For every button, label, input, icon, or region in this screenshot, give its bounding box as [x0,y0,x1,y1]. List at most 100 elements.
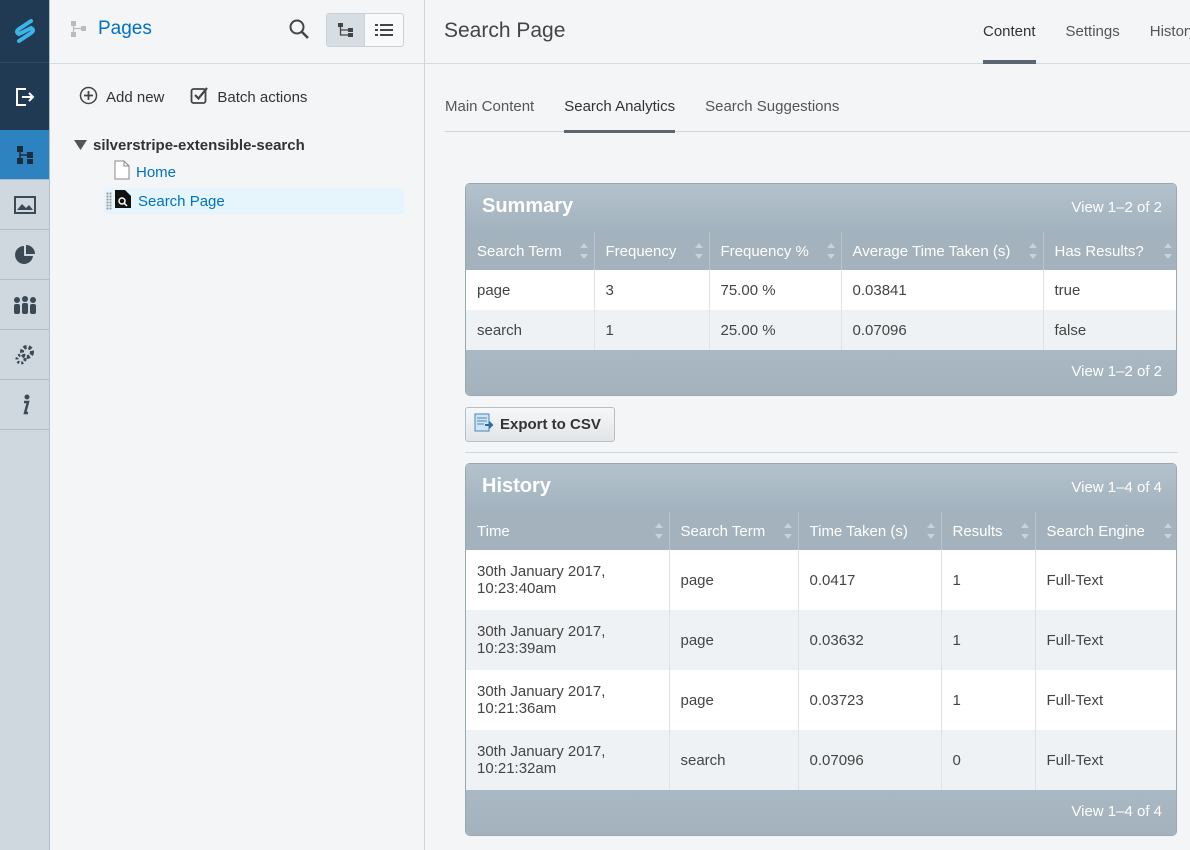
sort-icon[interactable] [654,523,663,539]
table-cell: Full-Text [1035,550,1176,610]
summary-title: Summary [482,195,574,217]
table-cell: 30th January 2017, 10:21:36am [466,670,670,730]
checkbox-icon [190,86,209,109]
table-cell: false [1043,310,1176,350]
table-row[interactable]: 30th January 2017, 10:21:36am page 0.0372… [466,670,1176,730]
site-tree-panel: Pages Add new Batch actions silverstripe… [50,0,425,850]
column-header[interactable]: Search Engine [1035,512,1176,550]
table-cell: 1 [941,670,1036,730]
files-icon[interactable] [0,180,49,230]
edit-header: Search Page Content Settings History [425,0,1190,64]
table-cell: 1 [941,610,1036,670]
history-title: History [482,475,551,497]
table-cell: 0.03723 [798,670,942,730]
settings-icon[interactable] [0,330,49,380]
table-cell: true [1043,270,1176,310]
column-header[interactable]: Search Term [669,512,799,550]
batch-actions-button[interactable]: Batch actions [190,86,307,109]
list-view-icon[interactable] [365,14,403,46]
add-new-button[interactable]: Add new [79,86,164,109]
column-header[interactable]: Frequency % [709,232,842,270]
reports-icon[interactable] [0,230,49,280]
tree-node-home[interactable]: Home [114,159,404,185]
table-cell: search [466,310,595,350]
column-header[interactable]: Frequency [594,232,710,270]
edit-panel: Search Page Content Settings History Mai… [425,0,1190,850]
sort-icon[interactable] [826,243,835,259]
sort-icon[interactable] [579,243,588,259]
tree-node-search-page[interactable]: Search Page [104,188,404,214]
table-cell: 0.07096 [798,730,942,790]
table-cell: Full-Text [1035,670,1176,730]
sort-icon[interactable] [694,243,703,259]
tab-search-suggestions[interactable]: Search Suggestions [705,86,839,132]
batch-actions-label: Batch actions [217,89,308,106]
summary-footer-count: View 1–2 of 2 [1071,363,1162,380]
table-cell: 0 [941,730,1036,790]
table-row[interactable]: search 1 25.00 % 0.07096 false [466,310,1176,350]
caret-down-icon[interactable] [74,137,87,154]
sort-icon[interactable] [1164,243,1172,259]
column-header[interactable]: Search Term [466,232,595,270]
table-row[interactable]: page 3 75.00 % 0.03841 true [466,270,1176,310]
summary-header-row: Search Term Frequency Frequency % Averag… [466,232,1176,270]
summary-view-count: View 1–2 of 2 [1071,199,1162,216]
table-cell: page [669,670,799,730]
tab-settings[interactable]: Settings [1066,0,1120,64]
column-header[interactable]: Results [941,512,1036,550]
drag-handle-icon[interactable] [106,192,112,210]
add-new-label: Add new [106,89,165,106]
summary-grid-footer: View 1–2 of 2 [466,350,1176,395]
summary-grid: Summary View 1–2 of 2 Search Term Freque… [465,183,1177,396]
logo-icon[interactable] [0,0,49,62]
tree-root-node[interactable]: silverstripe-extensible-search [74,134,404,156]
top-tabs: Content Settings History [983,0,1190,64]
history-grid-title-bar: History View 1–4 of 4 [466,464,1176,512]
tree-actions: Add new Batch actions [79,86,307,109]
table-cell: 0.07096 [841,310,1044,350]
tab-search-analytics[interactable]: Search Analytics [564,86,675,133]
page-icon [114,160,130,184]
sort-icon[interactable] [926,523,935,539]
tab-main-content[interactable]: Main Content [445,86,534,132]
tree-view-icon[interactable] [327,14,366,46]
content-sub-tabs: Main Content Search Analytics Search Sug… [445,86,1190,133]
search-icon[interactable] [288,18,312,42]
sort-icon[interactable] [1020,523,1029,539]
table-cell: 75.00 % [709,270,842,310]
column-header[interactable]: Time Taken (s) [798,512,942,550]
pages-icon[interactable] [0,130,49,180]
sort-icon[interactable] [1028,243,1037,259]
tab-history[interactable]: History [1150,0,1190,64]
help-icon[interactable] [0,380,49,430]
tab-content[interactable]: Content [983,0,1036,64]
export-csv-button[interactable]: Export to CSV [465,407,615,442]
sort-icon[interactable] [1164,523,1172,539]
sort-icon[interactable] [783,523,792,539]
history-grid: History View 1–4 of 4 Time Search Term T… [465,463,1177,836]
table-cell: Full-Text [1035,730,1176,790]
table-row[interactable]: 30th January 2017, 10:21:32am search 0.07… [466,730,1176,790]
tree-root-label: silverstripe-extensible-search [93,136,305,154]
site-tree: silverstripe-extensible-search Home Sear… [74,134,404,214]
table-cell: 30th January 2017, 10:23:39am [466,610,670,670]
history-view-count: View 1–4 of 4 [1071,479,1162,496]
table-cell: 1 [594,310,710,350]
column-header[interactable]: Has Results? [1043,232,1176,270]
table-cell: 25.00 % [709,310,842,350]
security-icon[interactable] [0,280,49,330]
tree-panel-title: Pages [98,18,152,39]
table-cell: search [669,730,799,790]
column-header[interactable]: Time [466,512,670,550]
column-header[interactable]: Average Time Taken (s) [841,232,1044,270]
logout-icon[interactable] [0,62,49,130]
search-page-icon [114,189,132,213]
page-title: Search Page [444,19,566,42]
plus-circle-icon [79,86,98,109]
table-cell: 1 [941,550,1036,610]
table-cell: page [466,270,595,310]
table-row[interactable]: 30th January 2017, 10:23:39am page 0.0363… [466,610,1176,670]
table-row[interactable]: 30th January 2017, 10:23:40am page 0.0417… [466,550,1176,610]
summary-grid-title-bar: Summary View 1–2 of 2 [466,184,1176,232]
history-table: Time Search Term Time Taken (s) Results … [466,512,1176,790]
